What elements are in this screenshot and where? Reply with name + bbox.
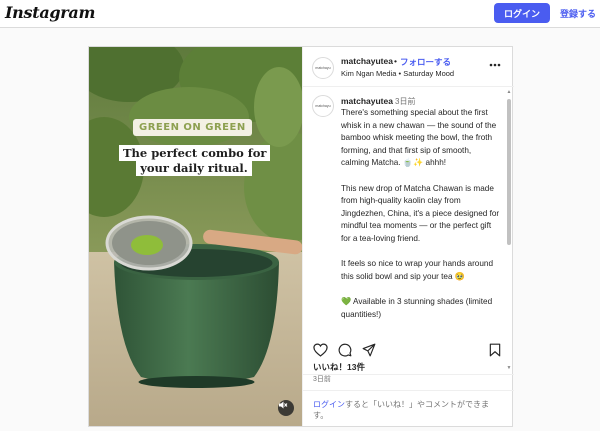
caption-scrollbar[interactable]: ▲ ▼ [505, 87, 513, 374]
more-options-icon[interactable] [489, 63, 501, 67]
follow-button[interactable]: フォローする [400, 56, 451, 68]
share-icon[interactable] [362, 343, 376, 357]
likes-count[interactable]: いいね！13件 [313, 361, 365, 373]
video-overlay-tag: GREEN ON GREEN [133, 119, 252, 136]
speaker-muted-icon [279, 401, 288, 409]
video-overlay-headline: The perfect combo for your daily ritual. [119, 145, 271, 176]
caption-username[interactable]: matchayutea [341, 96, 393, 106]
bookmark-icon[interactable] [489, 343, 501, 357]
post-subline[interactable]: Kim Ngan Media • Saturday Mood [341, 69, 454, 78]
comment-icon[interactable] [338, 343, 352, 357]
caption-text: There's something special about the firs… [341, 107, 501, 334]
post-card: GREEN ON GREEN The perfect combo for you… [88, 46, 514, 427]
mute-button[interactable] [278, 400, 294, 416]
heart-icon[interactable] [313, 343, 328, 357]
post-username[interactable]: matchayutea [341, 56, 393, 66]
avatar[interactable]: matchayu [312, 95, 334, 117]
login-prompt-link[interactable]: ログイン [313, 400, 345, 409]
scroll-down-arrow[interactable]: ▼ [506, 365, 512, 371]
login-prompt: ログインすると「いいね！」やコメントができます。 [303, 390, 514, 426]
caption-paragraph: This new drop of Matcha Chawan is made f… [341, 183, 500, 243]
post-video[interactable]: GREEN ON GREEN The perfect combo for you… [89, 47, 302, 426]
separator-dot: • [394, 56, 397, 66]
video-frame-illustration [89, 47, 302, 426]
signup-link[interactable]: 登録する [560, 7, 596, 20]
caption-paragraph: It feels so nice to wrap your hands arou… [341, 259, 494, 281]
scroll-thumb[interactable] [507, 99, 511, 245]
top-bar: Instagram ログイン 登録する [0, 0, 600, 28]
post-sidebar: matchayu matchayutea • フォローする Kim Ngan M… [302, 47, 514, 426]
caption-paragraph: 💚 Available in 3 stunning shades (limite… [341, 296, 493, 319]
caption-area[interactable]: matchayu matchayutea 3日前 There's somethi… [303, 87, 514, 375]
login-button[interactable]: ログイン [494, 3, 550, 23]
instagram-logo[interactable]: Instagram [5, 3, 95, 22]
avatar[interactable]: matchayu [312, 57, 334, 79]
caption-timestamp: 3日前 [395, 97, 416, 106]
scroll-up-arrow[interactable]: ▲ [506, 89, 512, 95]
post-date: 3日前 [313, 376, 331, 383]
post-header: matchayu matchayutea • フォローする Kim Ngan M… [303, 47, 514, 87]
caption-paragraph: There's something special about the firs… [341, 108, 497, 168]
